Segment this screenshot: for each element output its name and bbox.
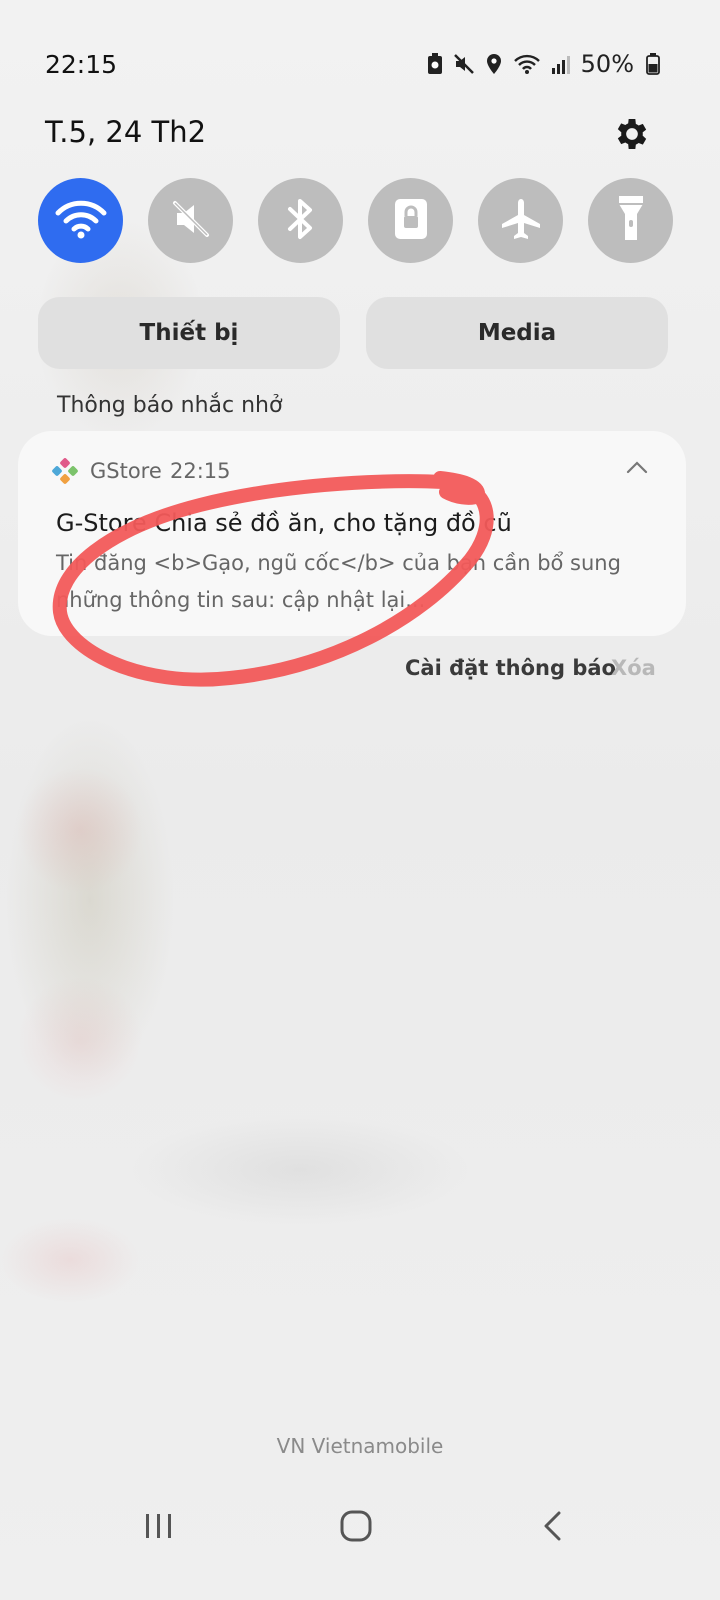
gear-icon[interactable] <box>612 114 652 154</box>
quick-toggles <box>38 178 673 263</box>
notification-card[interactable]: GStore 22:15 G-Store Chia sẻ đồ ăn, cho … <box>18 431 686 636</box>
bluetooth-icon <box>283 196 319 246</box>
status-icons: 50% <box>427 50 660 78</box>
sound-toggle[interactable] <box>148 178 233 263</box>
clear-button[interactable]: Xóa <box>611 656 656 680</box>
recents-icon <box>144 1514 174 1544</box>
lock-icon <box>391 196 431 246</box>
signal-icon <box>551 53 571 75</box>
back-button[interactable] <box>541 1510 565 1546</box>
flashlight-icon <box>611 194 651 248</box>
location-icon <box>485 53 503 75</box>
notification-app-name: GStore <box>90 459 162 483</box>
notification-section-label: Thông báo nhắc nhở <box>57 393 283 418</box>
notification-settings-button[interactable]: Cài đặt thông báo <box>405 656 616 680</box>
battery-icon <box>646 53 660 75</box>
notification-title: G-Store Chia sẻ đồ ăn, cho tặng đồ cũ <box>56 509 512 537</box>
wifi-icon <box>513 53 541 75</box>
mute-icon <box>169 197 213 245</box>
device-button[interactable]: Thiết bị <box>38 297 340 369</box>
gstore-app-icon <box>52 458 78 488</box>
flashlight-toggle[interactable] <box>588 178 673 263</box>
airplane-icon <box>497 195 545 247</box>
notification-body: Tin đăng <b>Gạo, ngũ cốc</b> của bạn cần… <box>56 551 621 612</box>
chevron-up-icon[interactable] <box>626 459 648 478</box>
wifi-icon <box>55 199 107 243</box>
recents-button[interactable] <box>144 1512 174 1544</box>
wifi-toggle[interactable] <box>38 178 123 263</box>
back-icon <box>541 1511 565 1546</box>
home-icon <box>339 1510 373 1547</box>
status-time: 22:15 <box>45 50 118 79</box>
home-button[interactable] <box>339 1509 373 1547</box>
media-button[interactable]: Media <box>366 297 668 369</box>
mute-icon <box>453 53 475 75</box>
date-text: T.5, 24 Th2 <box>45 115 207 149</box>
notification-time: 22:15 <box>170 459 231 483</box>
airplane-toggle[interactable] <box>478 178 563 263</box>
carrier-label: VN Vietnamobile <box>276 1434 444 1458</box>
bluetooth-toggle[interactable] <box>258 178 343 263</box>
battery-saver-icon <box>427 53 443 75</box>
battery-percent: 50% <box>580 50 634 78</box>
secure-folder-toggle[interactable] <box>368 178 453 263</box>
